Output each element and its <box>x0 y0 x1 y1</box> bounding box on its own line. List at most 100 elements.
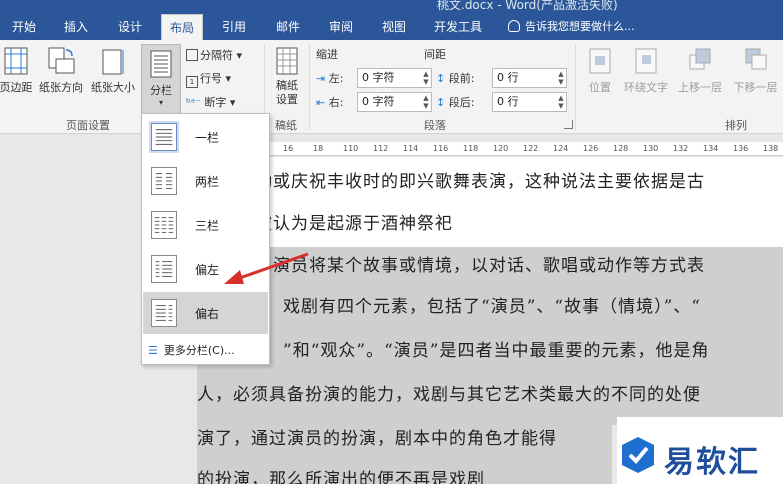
indent-left-input[interactable]: 0 字符 ▲ ▼ <box>357 68 432 88</box>
margins-label: 页边距 <box>0 81 33 94</box>
left-column-icon <box>151 255 177 283</box>
bring-forward-label: 上移一层 <box>678 81 722 94</box>
spacing-before-icon: ↕ <box>436 72 446 85</box>
tab-mailings[interactable]: 邮件 <box>268 14 308 40</box>
ruler-tick-label: 134 <box>703 144 719 153</box>
paper-size-icon <box>102 49 124 75</box>
title-bar: 桃文.docx - Word(产品激活失败) <box>0 0 783 14</box>
selected-text-line[interactable]: 人，必须具备扮演的能力，戏剧与其它艺术类最大的不同的处便 <box>197 373 783 417</box>
more-columns-item[interactable]: ☰ 更多分栏(C)... <box>148 342 235 358</box>
spacing-after-input[interactable]: 0 行 ▲ ▼ <box>492 92 567 112</box>
ruler-tick-label: 114 <box>403 144 419 153</box>
bring-forward-icon <box>689 48 711 70</box>
spinner-arrows-icon[interactable]: ▲ ▼ <box>422 70 430 86</box>
columns-icon <box>150 50 172 78</box>
selected-text-line[interactable]: 的扮演，那么所演出的便不再是戏剧 <box>197 461 617 484</box>
tell-me-text: 告诉我您想要做什么... <box>525 20 635 33</box>
paper-size-button[interactable]: 纸张大小 <box>88 46 138 95</box>
spacing-before-text: 段前: <box>448 72 475 85</box>
spinner-arrows-icon[interactable]: ▲ ▼ <box>557 94 565 110</box>
position-label: 位置 <box>589 81 611 94</box>
position-button[interactable]: 位置 <box>582 46 618 95</box>
page-setup-group-label: 页面设置 <box>66 119 110 132</box>
spinner-arrows-icon[interactable]: ▲ ▼ <box>422 94 430 110</box>
selected-text-line[interactable]: 演了，通过演员的扮演，剧本中的角色才能得 <box>197 417 617 461</box>
draft-paper-icon <box>276 47 298 75</box>
margins-icon <box>4 47 28 75</box>
indent-right-input[interactable]: 0 字符 ▲ ▼ <box>357 92 432 112</box>
spinner-arrows-icon[interactable]: ▲ ▼ <box>557 70 565 86</box>
indent-right-label: ⇤ 右: <box>316 94 343 110</box>
send-backward-button[interactable]: 下移一层 <box>728 46 783 95</box>
paragraph-group-label: 段落 <box>424 119 446 132</box>
tab-developer[interactable]: 开发工具 <box>426 14 490 40</box>
ruler-tick-label: 130 <box>643 144 659 153</box>
text-line[interactable]: 被认为是起源于酒神祭祀 <box>255 209 453 234</box>
paper-size-label: 纸张大小 <box>91 81 135 94</box>
tab-view[interactable]: 视图 <box>374 14 414 40</box>
ruler-tick-label: 128 <box>613 144 629 153</box>
columns-dropdown-arrow: ▾ <box>158 98 163 107</box>
paragraph-dialog-launcher-icon[interactable] <box>564 120 573 129</box>
tab-review[interactable]: 审阅 <box>321 14 361 40</box>
indent-right-icon: ⇤ <box>316 96 326 109</box>
wrap-text-button[interactable]: 环绕文字 <box>620 46 672 95</box>
orientation-icon <box>48 47 75 74</box>
menu-item-one-column[interactable]: 一栏 <box>143 116 268 158</box>
red-arrow-annotation <box>224 252 309 284</box>
wrap-text-label: 环绕文字 <box>624 81 668 94</box>
columns-button[interactable]: 分栏 ▾ <box>141 44 181 114</box>
ruler-tick-label: 16 <box>283 144 294 153</box>
draft-group-label: 稿纸 <box>275 119 297 132</box>
arrange-group-label: 排列 <box>725 119 747 132</box>
ruler-tick-label: 132 <box>673 144 689 153</box>
indent-left-icon: ⇥ <box>316 72 326 85</box>
menu-item-three-columns[interactable]: 三栏 <box>143 204 268 246</box>
line-numbers-label: 行号 <box>200 72 222 85</box>
three-columns-icon <box>151 211 177 239</box>
spacing-before-input[interactable]: 0 行 ▲ ▼ <box>492 68 567 88</box>
spacing-after-value: 0 行 <box>497 95 519 108</box>
send-backward-icon <box>745 48 766 70</box>
more-columns-icon: ☰ <box>148 344 158 357</box>
bring-forward-button[interactable]: 上移一层 <box>674 46 726 95</box>
tab-references[interactable]: 引用 <box>214 14 254 40</box>
text-line[interactable]: 动或庆祝丰收时的即兴歌舞表演，这种说法主要依据是古 <box>255 167 705 192</box>
draft-settings-button[interactable]: 稿纸 设置 <box>270 46 304 107</box>
spacing-before-label: ↕ 段前: <box>436 70 474 86</box>
ruler-tick-label: 124 <box>553 144 569 153</box>
tab-layout[interactable]: 布局 <box>161 14 204 40</box>
orientation-button[interactable]: 纸张方向 <box>36 46 86 95</box>
breaks-button[interactable]: 分隔符 ▾ <box>186 47 242 63</box>
tab-insert[interactable]: 插入 <box>56 14 96 40</box>
separator <box>575 44 576 130</box>
selected-text-line[interactable]: 戏剧有四个元素，包括了“演员”、“故事（情境）”、“ <box>197 285 783 329</box>
hyphenation-icon: ᵇᵃ⁻ <box>186 96 201 109</box>
send-backward-label: 下移一层 <box>733 81 778 94</box>
ruler-tick-label: 122 <box>523 144 539 153</box>
menu-item-label: 一栏 <box>195 131 220 145</box>
menu-item-right[interactable]: 偏右 <box>143 292 268 334</box>
ruler-tick-label: 136 <box>733 144 749 153</box>
indent-right-text: 右: <box>328 96 344 109</box>
tab-home[interactable]: 开始 <box>4 14 44 40</box>
window-title: 桃文.docx - Word(产品激活失败) <box>437 0 618 12</box>
indent-right-value: 0 字符 <box>362 95 395 108</box>
indent-left-value: 0 字符 <box>362 71 395 84</box>
tell-me-box[interactable]: 告诉我您想要做什么... <box>508 14 635 40</box>
menu-item-two-columns[interactable]: 两栏 <box>143 160 268 202</box>
line-numbers-button[interactable]: 1 行号 ▾ <box>186 70 231 88</box>
ribbon-tab-bar: 开始 插入 设计 布局 引用 邮件 审阅 视图 开发工具 告诉我您想要做什么..… <box>0 14 783 40</box>
ruler-tick-label: 120 <box>493 144 509 153</box>
spacing-heading: 间距 <box>424 48 446 61</box>
selected-text-line[interactable]: ”和“观众”。“演员”是四者当中最重要的元素，他是角 <box>197 329 783 373</box>
tab-design[interactable]: 设计 <box>110 14 150 40</box>
margins-button[interactable]: 页边距 <box>0 46 36 95</box>
menu-item-label: 偏左 <box>195 263 220 277</box>
watermark-text: 易软汇 <box>664 445 760 480</box>
watermark: 易软汇 <box>612 425 783 484</box>
hyphenation-button[interactable]: ᵇᵃ⁻ 断字 ▾ <box>186 94 235 110</box>
ruler-tick-label: 112 <box>373 144 389 153</box>
menu-item-label: 两栏 <box>195 175 220 189</box>
horizontal-ruler[interactable]: 16 18 110 112 114 116 118 120 122 124 12… <box>197 142 783 156</box>
